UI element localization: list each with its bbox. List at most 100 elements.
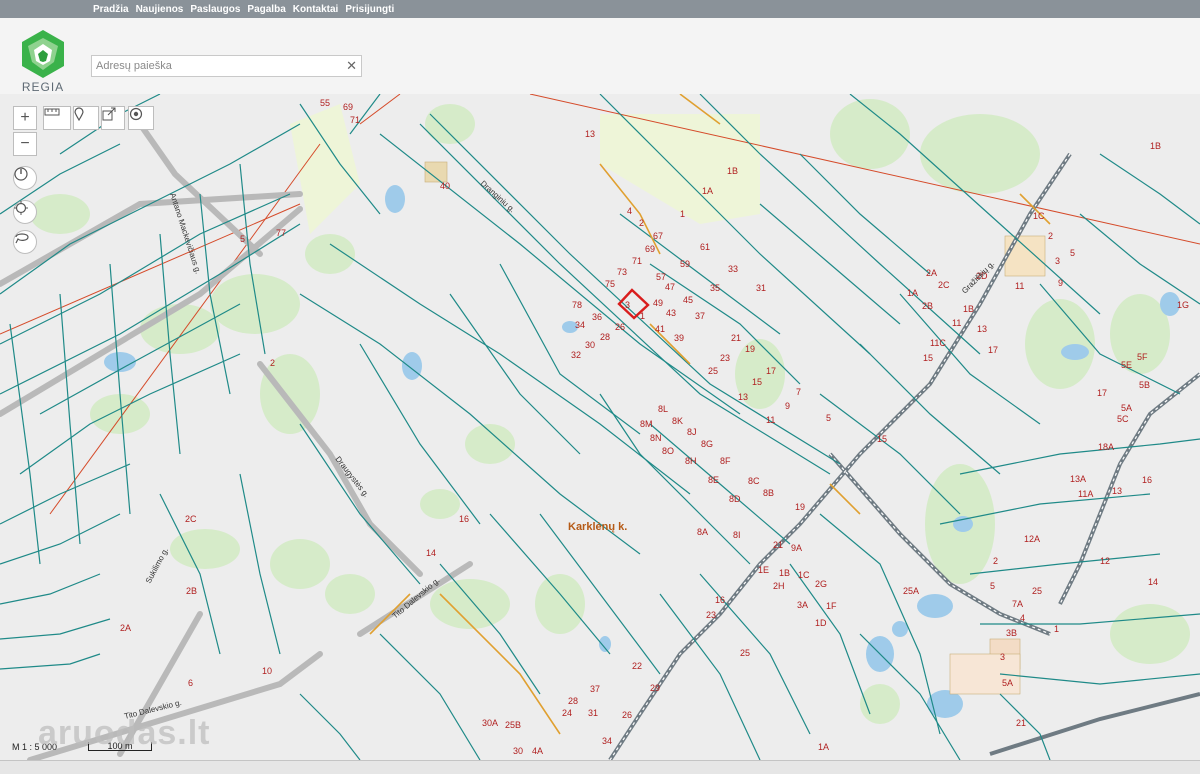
svg-text:17: 17 (1097, 388, 1107, 398)
svg-text:15: 15 (752, 377, 762, 387)
svg-text:21: 21 (773, 540, 783, 550)
svg-text:11: 11 (1015, 281, 1024, 291)
header: REGIA ✕ (0, 18, 1200, 95)
nav-home[interactable]: Pradžia (93, 4, 129, 15)
svg-text:30A: 30A (482, 718, 498, 728)
svg-text:19: 19 (795, 502, 805, 512)
svg-text:5A: 5A (1002, 678, 1013, 688)
marker-button[interactable] (73, 106, 99, 130)
svg-text:5E: 5E (1121, 360, 1132, 370)
svg-text:1: 1 (640, 311, 645, 321)
svg-text:32: 32 (571, 350, 581, 360)
svg-text:12: 12 (1100, 556, 1110, 566)
svg-text:1G: 1G (1177, 300, 1189, 310)
svg-text:11C: 11C (930, 338, 946, 348)
svg-text:12A: 12A (1024, 534, 1040, 544)
svg-text:43: 43 (666, 308, 676, 318)
svg-text:71: 71 (350, 115, 360, 125)
svg-text:77: 77 (276, 228, 286, 238)
nav-contacts[interactable]: Kontaktai (293, 4, 339, 15)
share-button[interactable] (101, 106, 125, 130)
top-navigation-bar: Pradžia Naujienos Paslaugos Pagalba Kont… (0, 0, 1200, 18)
svg-text:3A: 3A (797, 600, 808, 610)
svg-text:39: 39 (674, 333, 684, 343)
svg-text:8J: 8J (687, 427, 697, 437)
svg-text:18A: 18A (1098, 442, 1114, 452)
svg-text:59: 59 (680, 259, 690, 269)
target-button[interactable] (128, 106, 154, 130)
svg-text:34: 34 (602, 736, 612, 746)
svg-text:13: 13 (1112, 486, 1122, 496)
svg-text:25: 25 (1032, 586, 1042, 596)
svg-text:1B: 1B (963, 304, 974, 314)
svg-text:14: 14 (1148, 577, 1158, 587)
map-canvas[interactable]: 13 1B 1A 1 4 2 67 69 71 61 59 33 73 75 5… (0, 94, 1200, 760)
svg-text:16: 16 (1142, 475, 1152, 485)
svg-text:41: 41 (655, 324, 665, 334)
lasso-button[interactable] (13, 230, 37, 254)
lasso-icon (15, 233, 29, 244)
address-search-input[interactable] (96, 58, 336, 74)
svg-text:3: 3 (1000, 652, 1005, 662)
svg-text:3: 3 (1055, 256, 1060, 266)
svg-text:69: 69 (645, 244, 655, 254)
zoom-in-button[interactable]: + (13, 106, 37, 130)
svg-text:26: 26 (622, 710, 632, 720)
svg-text:15: 15 (877, 434, 887, 444)
svg-text:31: 31 (756, 283, 766, 293)
svg-text:2G: 2G (815, 579, 827, 589)
nav-services[interactable]: Paslaugos (190, 4, 240, 15)
nav-help[interactable]: Pagalba (247, 4, 285, 15)
svg-text:8L: 8L (658, 404, 668, 414)
clear-icon[interactable]: ✕ (346, 58, 357, 74)
svg-text:73: 73 (617, 267, 627, 277)
svg-text:5: 5 (826, 413, 831, 423)
svg-text:8O: 8O (662, 446, 674, 456)
svg-text:78: 78 (572, 300, 582, 310)
svg-text:11: 11 (766, 415, 775, 425)
svg-text:1A: 1A (907, 288, 918, 298)
svg-text:13: 13 (585, 129, 595, 139)
svg-text:22: 22 (632, 661, 642, 671)
svg-text:47: 47 (665, 282, 675, 292)
svg-text:25: 25 (708, 366, 718, 376)
svg-text:37: 37 (590, 684, 600, 694)
rotate-north-button[interactable] (13, 166, 37, 190)
nav-news[interactable]: Naujienos (136, 4, 184, 15)
svg-text:11: 11 (952, 318, 961, 328)
svg-text:6: 6 (188, 678, 193, 688)
svg-text:75: 75 (605, 279, 615, 289)
svg-text:61: 61 (700, 242, 710, 252)
svg-text:2A: 2A (120, 623, 131, 633)
svg-text:8I: 8I (733, 530, 741, 540)
svg-text:1A: 1A (818, 742, 829, 752)
svg-text:67: 67 (653, 231, 663, 241)
svg-text:8N: 8N (650, 433, 662, 443)
svg-text:5: 5 (990, 581, 995, 591)
svg-text:5: 5 (1070, 248, 1075, 258)
marker-icon (74, 107, 84, 121)
svg-text:25A: 25A (903, 586, 919, 596)
svg-text:8E: 8E (708, 475, 719, 485)
svg-text:8B: 8B (763, 488, 774, 498)
svg-text:30: 30 (513, 746, 523, 756)
svg-text:9: 9 (1058, 278, 1063, 288)
svg-text:40: 40 (440, 181, 450, 191)
svg-text:21: 21 (731, 333, 741, 343)
measure-ruler-button[interactable] (43, 106, 71, 130)
svg-text:2: 2 (993, 556, 998, 566)
zoom-out-button[interactable]: − (13, 132, 37, 156)
nav-login[interactable]: Prisijungti (345, 4, 394, 15)
svg-text:5A: 5A (1121, 403, 1132, 413)
svg-text:9A: 9A (791, 543, 802, 553)
ruler-icon (44, 108, 60, 116)
svg-text:29: 29 (650, 683, 660, 693)
compass-icon (14, 167, 28, 181)
svg-text:24: 24 (562, 708, 572, 718)
svg-text:11A: 11A (1078, 489, 1093, 499)
svg-text:33: 33 (728, 264, 738, 274)
regia-logo-icon[interactable] (16, 28, 70, 80)
locate-button[interactable] (13, 200, 37, 224)
svg-text:2H: 2H (773, 581, 785, 591)
svg-text:4A: 4A (532, 746, 543, 756)
